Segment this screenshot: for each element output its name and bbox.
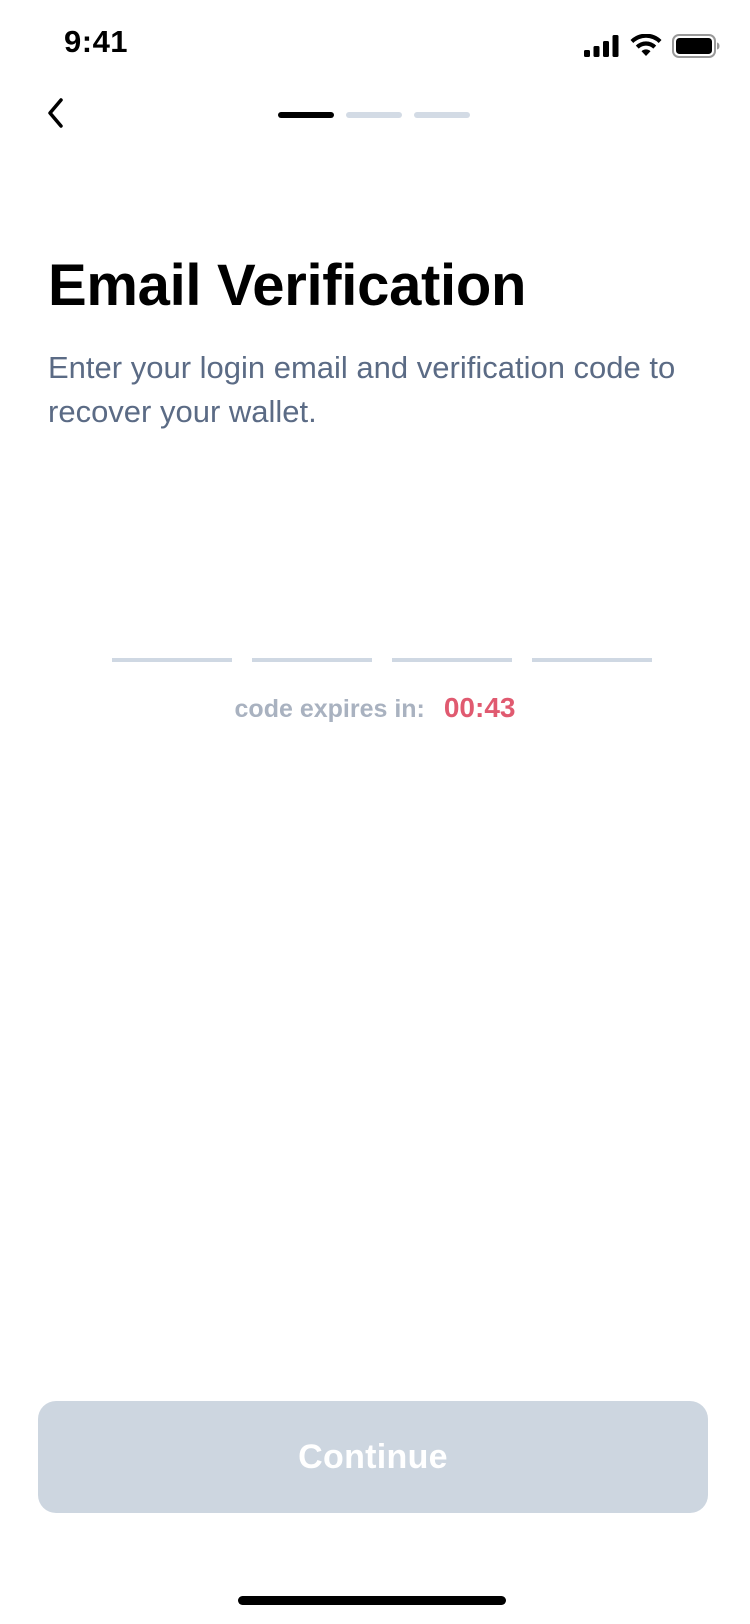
nav-bar — [0, 92, 750, 138]
code-expiry: code expires in: 00:43 — [0, 692, 750, 724]
battery-icon — [672, 34, 720, 63]
code-digit-4[interactable] — [532, 600, 652, 662]
page-subtitle: Enter your login email and verification … — [48, 350, 676, 429]
continue-button[interactable]: Continue — [38, 1401, 708, 1513]
wifi-icon — [630, 33, 662, 63]
status-bar: 9:41 — [0, 0, 750, 92]
code-digit-1[interactable] — [112, 600, 232, 662]
expiry-label: code expires in: — [234, 695, 425, 723]
back-button[interactable] — [32, 92, 80, 138]
progress-step-3 — [414, 112, 470, 118]
progress-step-1 — [278, 112, 334, 118]
code-digit-3[interactable] — [392, 600, 512, 662]
progress-indicator — [278, 112, 470, 118]
code-digit-2[interactable] — [252, 600, 372, 662]
cellular-signal-icon — [584, 35, 620, 62]
progress-step-2 — [346, 112, 402, 118]
expiry-countdown: 00:43 — [443, 692, 516, 723]
page-title: Email Verification — [48, 253, 527, 318]
home-indicator — [238, 1596, 506, 1605]
chevron-left-icon — [46, 97, 66, 134]
verification-code-input — [112, 600, 652, 662]
status-icons — [584, 33, 720, 63]
status-time: 9:41 — [64, 24, 129, 59]
